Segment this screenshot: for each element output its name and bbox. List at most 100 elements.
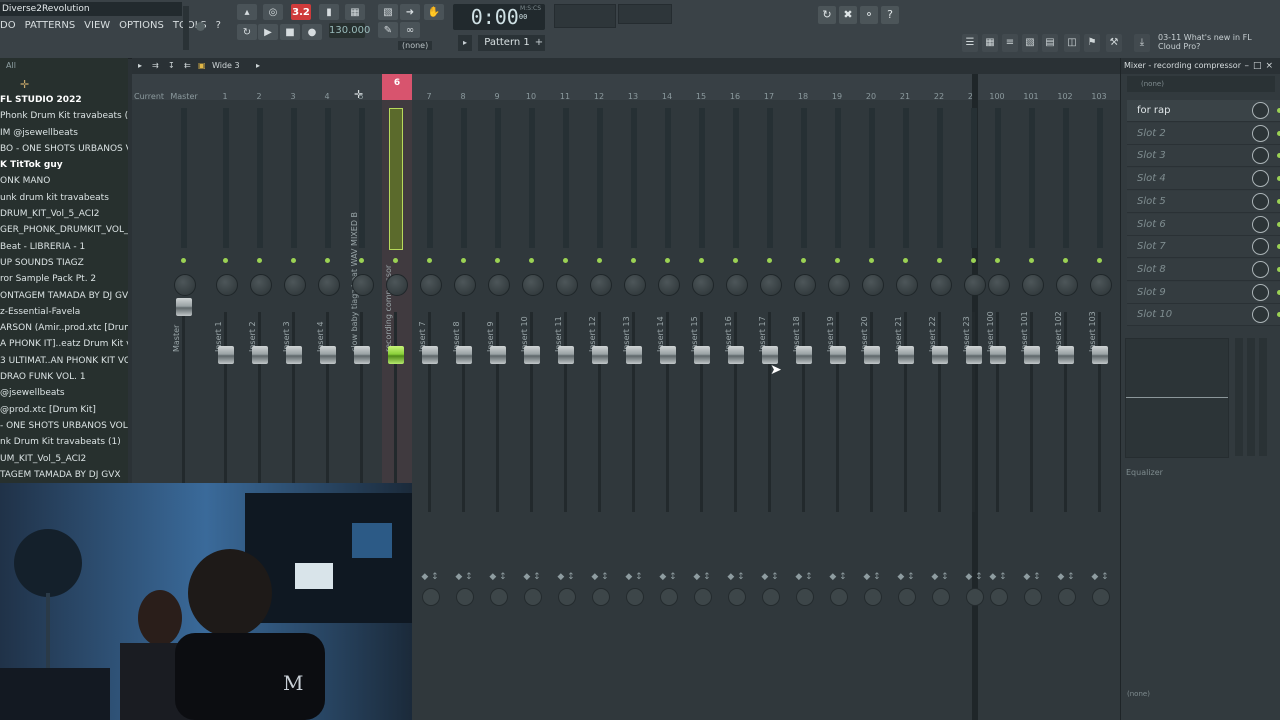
browser-item[interactable]: IM @jsewellbeats xyxy=(0,125,128,141)
menu-file[interactable]: DO xyxy=(0,18,16,34)
insert-strip[interactable]: Insert 13 xyxy=(620,102,648,538)
send-knob[interactable] xyxy=(990,588,1008,606)
enable-led-icon[interactable] xyxy=(223,258,228,263)
insert-strip[interactable]: clow baby tiagz beat WAV MIXED BEAT xyxy=(348,102,376,538)
browser-item[interactable]: TAGEM TAMADA BY DJ GVX xyxy=(0,467,128,483)
insert-strip[interactable]: Insert 11 xyxy=(552,102,580,538)
insert-number[interactable]: 10 xyxy=(516,92,546,101)
volume-fader[interactable] xyxy=(320,346,336,364)
project-icon[interactable]: ◫ xyxy=(1064,34,1080,52)
pan-knob[interactable] xyxy=(964,274,986,296)
insert-strip[interactable]: Insert 7 xyxy=(416,102,444,538)
insert-number[interactable]: 11 xyxy=(550,92,580,101)
enable-led-icon[interactable] xyxy=(699,258,704,263)
enable-led-icon[interactable] xyxy=(563,258,568,263)
browser-item[interactable]: @jsewellbeats xyxy=(0,385,128,401)
view-icon-3[interactable]: ⇇ xyxy=(184,58,191,74)
effect-slot[interactable]: Slot 6 xyxy=(1127,213,1280,236)
typing-keyboard-icon[interactable]: ▦ xyxy=(345,4,365,20)
insert-number[interactable]: 7 xyxy=(414,92,444,101)
browser-item[interactable]: Beat - LIBRERIA - 1 xyxy=(0,239,128,255)
insert-strip[interactable]: Insert 22 xyxy=(926,102,954,538)
insert-number[interactable]: 16 xyxy=(720,92,750,101)
volume-fader[interactable] xyxy=(932,346,948,364)
browser-item[interactable]: unk drum kit travabeats xyxy=(0,190,128,206)
browser-item[interactable]: DRAO FUNK VOL. 1 xyxy=(0,369,128,385)
volume-fader[interactable] xyxy=(558,346,574,364)
effect-slot[interactable]: Slot 9 xyxy=(1127,281,1280,304)
insert-number[interactable]: 22 xyxy=(924,92,954,101)
enable-led-icon[interactable] xyxy=(835,258,840,263)
insert-number[interactable]: 8 xyxy=(448,92,478,101)
master-volume-slider[interactable] xyxy=(183,6,189,50)
send-knob[interactable] xyxy=(592,588,610,606)
routing-arrows-icon[interactable]: ◆ ↕ xyxy=(620,572,648,582)
insert-number[interactable]: 2 xyxy=(244,92,274,101)
master-pitch-knob[interactable] xyxy=(196,22,205,31)
send-knob[interactable] xyxy=(966,588,984,606)
menu-patterns[interactable]: PATTERNS xyxy=(25,18,76,34)
routing-arrows-icon[interactable]: ◆ ↕ xyxy=(824,572,852,582)
pan-knob[interactable] xyxy=(250,274,272,296)
stop-icon[interactable]: ■ xyxy=(280,24,300,40)
insert-strip[interactable]: Insert 12 xyxy=(586,102,614,538)
pattern-song-toggle[interactable]: 3.2 xyxy=(291,4,311,20)
send-knob[interactable] xyxy=(932,588,950,606)
enable-led-icon[interactable] xyxy=(971,258,976,263)
volume-fader[interactable] xyxy=(1024,346,1040,364)
stretch-icon[interactable]: ✖ xyxy=(839,6,857,24)
browser-item[interactable]: - ONE SHOTS URBANOS VOL. 2 xyxy=(0,418,128,434)
insert-number[interactable]: 1 xyxy=(210,92,240,101)
browser-item[interactable]: DRUM_KIT_Vol_5_ACI2 xyxy=(0,206,128,222)
play-icon[interactable]: ▶ xyxy=(258,24,278,40)
slot-mix-knob[interactable] xyxy=(1252,170,1269,188)
piano-roll-view-icon[interactable]: ▧ xyxy=(1022,34,1038,52)
effect-slot[interactable]: Slot 10 xyxy=(1127,304,1280,327)
insert-strip[interactable]: Insert 15 xyxy=(688,102,716,538)
enable-led-icon[interactable] xyxy=(937,258,942,263)
pan-knob[interactable] xyxy=(1090,274,1112,296)
hand-icon[interactable]: ✋ xyxy=(424,4,444,20)
browser-item[interactable]: nk Drum Kit travabeats (1) xyxy=(0,434,128,450)
volume-fader[interactable] xyxy=(660,346,676,364)
volume-fader[interactable] xyxy=(864,346,880,364)
enable-led-icon[interactable] xyxy=(903,258,908,263)
channel-rack-icon[interactable]: ▦ xyxy=(982,34,998,52)
view-icon-1[interactable]: ⇉ xyxy=(152,58,159,74)
enable-led-icon[interactable] xyxy=(1029,258,1034,263)
send-knob[interactable] xyxy=(762,588,780,606)
eq-slider-3[interactable] xyxy=(1259,338,1267,456)
record-icon[interactable]: ● xyxy=(302,24,322,40)
send-knob[interactable] xyxy=(524,588,542,606)
insert-number[interactable]: 19 xyxy=(822,92,852,101)
send-knob[interactable] xyxy=(864,588,882,606)
send-knob[interactable] xyxy=(898,588,916,606)
enable-led-icon[interactable] xyxy=(393,258,398,263)
insert-number[interactable]: 17 xyxy=(754,92,784,101)
effect-slot[interactable]: Slot 7 xyxy=(1127,236,1280,259)
insert-strip[interactable]: Insert 8 xyxy=(450,102,478,538)
pan-knob[interactable] xyxy=(216,274,238,296)
pan-knob[interactable] xyxy=(420,274,442,296)
insert-number[interactable]: 20 xyxy=(856,92,886,101)
routing-arrows-icon[interactable]: ◆ ↕ xyxy=(722,572,750,582)
pan-knob[interactable] xyxy=(522,274,544,296)
pan-knob[interactable] xyxy=(658,274,680,296)
pan-knob[interactable] xyxy=(590,274,612,296)
pattern-add-icon[interactable]: + xyxy=(533,35,545,51)
insert-strip[interactable]: Insert 1 xyxy=(212,102,240,538)
insert-strip[interactable]: Insert 14 xyxy=(654,102,682,538)
enable-led-icon[interactable] xyxy=(1063,258,1068,263)
volume-fader[interactable] xyxy=(1058,346,1074,364)
routing-arrows-icon[interactable]: ◆ ↕ xyxy=(892,572,920,582)
snap-icon[interactable]: ▴ xyxy=(237,4,257,20)
insert-number[interactable]: 12 xyxy=(584,92,614,101)
pan-knob[interactable] xyxy=(794,274,816,296)
enable-led-icon[interactable] xyxy=(257,258,262,263)
refresh-icon[interactable]: ↻ xyxy=(818,6,836,24)
volume-fader[interactable] xyxy=(990,346,1006,364)
slot-mix-knob[interactable] xyxy=(1252,147,1269,165)
layout-icon[interactable]: ▣ xyxy=(198,58,206,74)
routing-arrows-icon[interactable]: ◆ ↕ xyxy=(586,572,614,582)
volume-fader[interactable] xyxy=(286,346,302,364)
